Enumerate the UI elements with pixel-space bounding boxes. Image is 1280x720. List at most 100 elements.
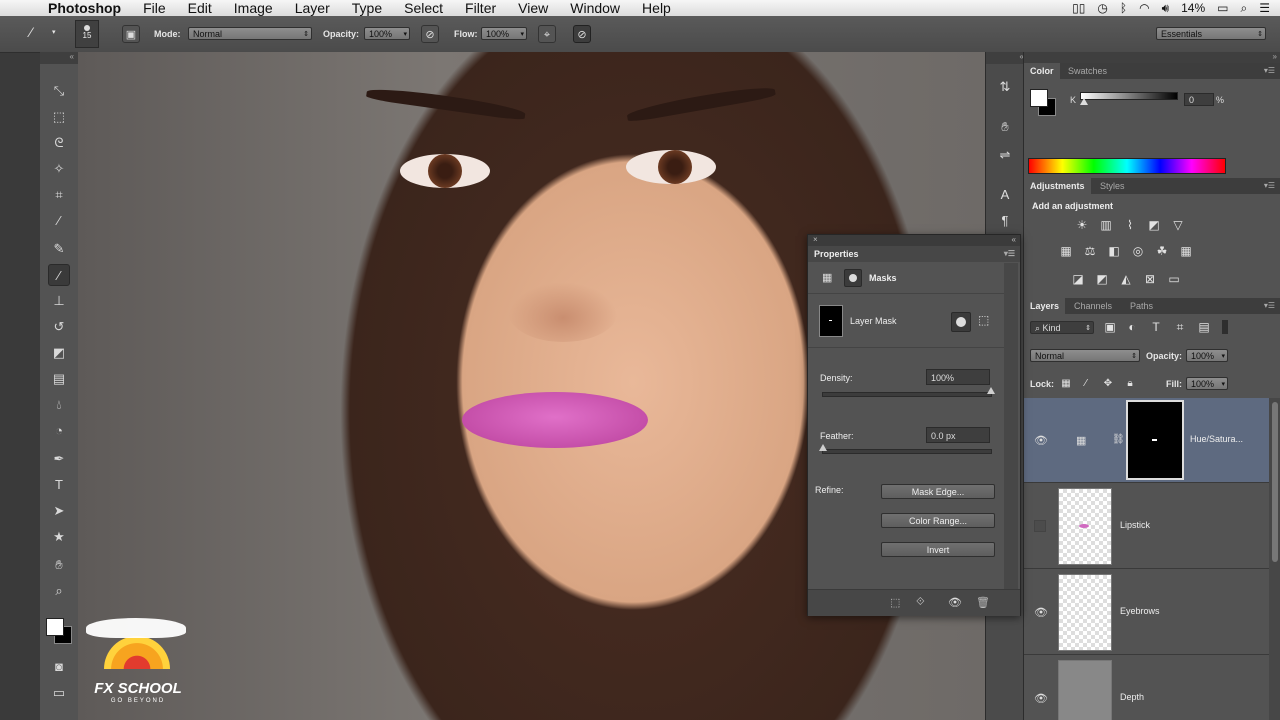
marquee-tool-icon[interactable]: ⬚ bbox=[48, 106, 70, 128]
k-slider[interactable] bbox=[1080, 92, 1178, 100]
time-machine-icon[interactable]: ◷ bbox=[1097, 0, 1107, 16]
pressure-size-icon[interactable]: ⊘ bbox=[573, 25, 591, 43]
tool-preset-arrow-icon[interactable]: ▾ bbox=[52, 28, 56, 36]
tab-swatches[interactable]: Swatches bbox=[1062, 63, 1113, 79]
brush-size-picker[interactable]: 15 bbox=[75, 20, 99, 48]
tool-presets-icon[interactable]: ✋︎ bbox=[996, 118, 1014, 136]
panels-collapse-icon[interactable]: » bbox=[1024, 52, 1280, 63]
zoom-tool-icon[interactable]: ⌕ bbox=[48, 580, 70, 602]
add-pixel-mask-icon[interactable] bbox=[951, 312, 971, 332]
load-selection-icon[interactable]: ⬚ bbox=[890, 596, 900, 609]
brightness-contrast-icon[interactable]: ☀ bbox=[1074, 218, 1090, 232]
type-tool-icon[interactable]: T bbox=[48, 474, 70, 496]
black-white-icon[interactable]: ◧ bbox=[1106, 244, 1122, 258]
brush-tool-icon[interactable]: ⁄ bbox=[30, 24, 32, 40]
bluetooth-icon[interactable]: ᛒ bbox=[1120, 0, 1127, 16]
notification-list-icon[interactable]: ☰ bbox=[1259, 0, 1270, 16]
menu-layer[interactable]: Layer bbox=[284, 0, 341, 16]
posterize-icon[interactable]: ◩ bbox=[1094, 272, 1110, 286]
lock-transparency-icon[interactable]: ▦ bbox=[1058, 377, 1074, 391]
density-field[interactable]: 100% bbox=[926, 369, 990, 385]
tab-paths[interactable]: Paths bbox=[1124, 298, 1159, 314]
invert-button[interactable]: Invert bbox=[881, 542, 995, 557]
collapse-icon[interactable]: « bbox=[1012, 235, 1020, 244]
tab-color[interactable]: Color bbox=[1024, 63, 1060, 79]
character-panel-icon[interactable]: A bbox=[996, 186, 1014, 204]
filter-pixel-icon[interactable]: ▣ bbox=[1102, 320, 1118, 334]
color-fg-swatch[interactable] bbox=[1030, 89, 1048, 107]
eraser-tool-icon[interactable]: ◩ bbox=[48, 342, 70, 364]
color-spectrum-ramp[interactable] bbox=[1028, 158, 1226, 174]
battery-icon[interactable]: ▭ bbox=[1217, 0, 1228, 16]
vibrance-icon[interactable]: ▽ bbox=[1170, 218, 1186, 232]
menu-filter[interactable]: Filter bbox=[454, 0, 507, 16]
brush-panel-icon[interactable]: ▣ bbox=[122, 25, 140, 43]
tab-adjustments[interactable]: Adjustments bbox=[1024, 178, 1091, 194]
pressure-opacity-icon[interactable]: ⊘ bbox=[421, 25, 439, 43]
crop-tool-icon[interactable]: ⌗ bbox=[48, 184, 70, 206]
strip-collapse-icon[interactable]: « bbox=[986, 52, 1024, 64]
quick-mask-icon[interactable]: ◙ bbox=[48, 656, 70, 678]
menu-file[interactable]: File bbox=[132, 0, 177, 16]
hue-saturation-icon[interactable]: ▦ bbox=[1058, 244, 1074, 258]
flow-field[interactable]: 100% ▾ bbox=[481, 27, 527, 40]
color-range-button[interactable]: Color Range... bbox=[881, 513, 995, 528]
eyedropper-tool-icon[interactable]: ⁄ bbox=[48, 210, 70, 232]
curves-icon[interactable]: ⌇ bbox=[1122, 218, 1138, 232]
app-menu[interactable]: Photoshop bbox=[42, 0, 132, 16]
density-slider-knob[interactable] bbox=[987, 387, 995, 394]
blur-tool-icon[interactable]: 💧︎ bbox=[48, 394, 70, 416]
chain-link-icon[interactable]: ⛓︎ bbox=[1112, 434, 1125, 445]
layer-opacity-field[interactable]: 100% ▾ bbox=[1186, 349, 1228, 362]
tab-styles[interactable]: Styles bbox=[1094, 178, 1131, 194]
invert-adjustment-icon[interactable]: ◪ bbox=[1070, 272, 1086, 286]
spotlight-icon[interactable]: ⌕ bbox=[1241, 0, 1248, 16]
paragraph-panel-icon[interactable]: ¶ bbox=[996, 212, 1014, 230]
channel-mixer-icon[interactable]: ☘ bbox=[1154, 244, 1170, 258]
menu-help[interactable]: Help bbox=[631, 0, 682, 16]
close-icon[interactable]: × bbox=[808, 235, 818, 244]
wifi-icon[interactable]: ◠ bbox=[1139, 0, 1149, 16]
volume-icon[interactable]: 🔊︎ bbox=[1162, 0, 1170, 16]
menu-window[interactable]: Window bbox=[559, 0, 631, 16]
dodge-tool-icon[interactable]: ◔ bbox=[48, 420, 70, 442]
toggle-mask-icon[interactable]: 👁︎ bbox=[948, 596, 962, 609]
layer-mask-thumbnail[interactable] bbox=[1126, 400, 1184, 480]
lock-all-icon[interactable]: 🔒︎ bbox=[1122, 377, 1138, 391]
airbrush-icon[interactable]: ⌖ bbox=[538, 25, 556, 43]
filter-shape-icon[interactable]: ⌗ bbox=[1172, 320, 1188, 334]
layers-scroll-thumb[interactable] bbox=[1272, 402, 1278, 562]
menu-type[interactable]: Type bbox=[341, 0, 393, 16]
visibility-eye-icon[interactable]: 👁︎ bbox=[1034, 434, 1048, 447]
menu-view[interactable]: View bbox=[507, 0, 559, 16]
healing-brush-tool-icon[interactable]: ✎ bbox=[48, 238, 70, 260]
lock-pixels-icon[interactable]: ⁄ bbox=[1078, 377, 1094, 391]
feather-field[interactable]: 0.0 px bbox=[926, 427, 990, 443]
panel-menu-icon[interactable]: ▾☰ bbox=[1264, 301, 1275, 310]
k-slider-knob[interactable] bbox=[1080, 98, 1088, 105]
menu-select[interactable]: Select bbox=[393, 0, 454, 16]
lasso-tool-icon[interactable]: ᘓ bbox=[48, 132, 70, 154]
history-panel-icon[interactable]: ⇅ bbox=[996, 78, 1014, 96]
threshold-icon[interactable]: ◭ bbox=[1118, 272, 1134, 286]
hand-tool-icon[interactable]: ✋︎ bbox=[48, 554, 70, 576]
path-selection-tool-icon[interactable]: ➤ bbox=[48, 500, 70, 522]
tab-layers[interactable]: Layers bbox=[1024, 298, 1066, 314]
k-value-field[interactable]: 0 bbox=[1184, 93, 1214, 106]
gradient-tool-icon[interactable]: ▤ bbox=[48, 368, 70, 390]
panel-menu-icon[interactable]: ▾☰ bbox=[1004, 246, 1015, 262]
properties-scrollbar[interactable] bbox=[1004, 263, 1018, 589]
layer-row[interactable]: Lipstick bbox=[1024, 484, 1269, 569]
feather-slider[interactable] bbox=[819, 444, 992, 454]
color-balance-icon[interactable]: ⚖ bbox=[1082, 244, 1098, 258]
blend-mode-select[interactable]: Normal ⇕ bbox=[1030, 349, 1140, 362]
menu-image[interactable]: Image bbox=[223, 0, 284, 16]
layer-filter-kind[interactable]: ⌕ Kind ⇕ bbox=[1030, 321, 1094, 334]
visibility-eye-icon[interactable]: 👁︎ bbox=[1034, 606, 1048, 619]
filter-smart-object-icon[interactable]: ▤ bbox=[1196, 320, 1212, 334]
visibility-eye-icon[interactable]: 👁︎ bbox=[1034, 692, 1048, 705]
clone-stamp-tool-icon[interactable]: ⊥ bbox=[48, 290, 70, 312]
lock-position-icon[interactable]: ✥ bbox=[1100, 377, 1116, 391]
display-icon[interactable]: ▯▯ bbox=[1072, 0, 1085, 16]
layer-row[interactable]: 👁︎ ▦ ⛓︎ Hue/Satura... bbox=[1024, 398, 1269, 483]
